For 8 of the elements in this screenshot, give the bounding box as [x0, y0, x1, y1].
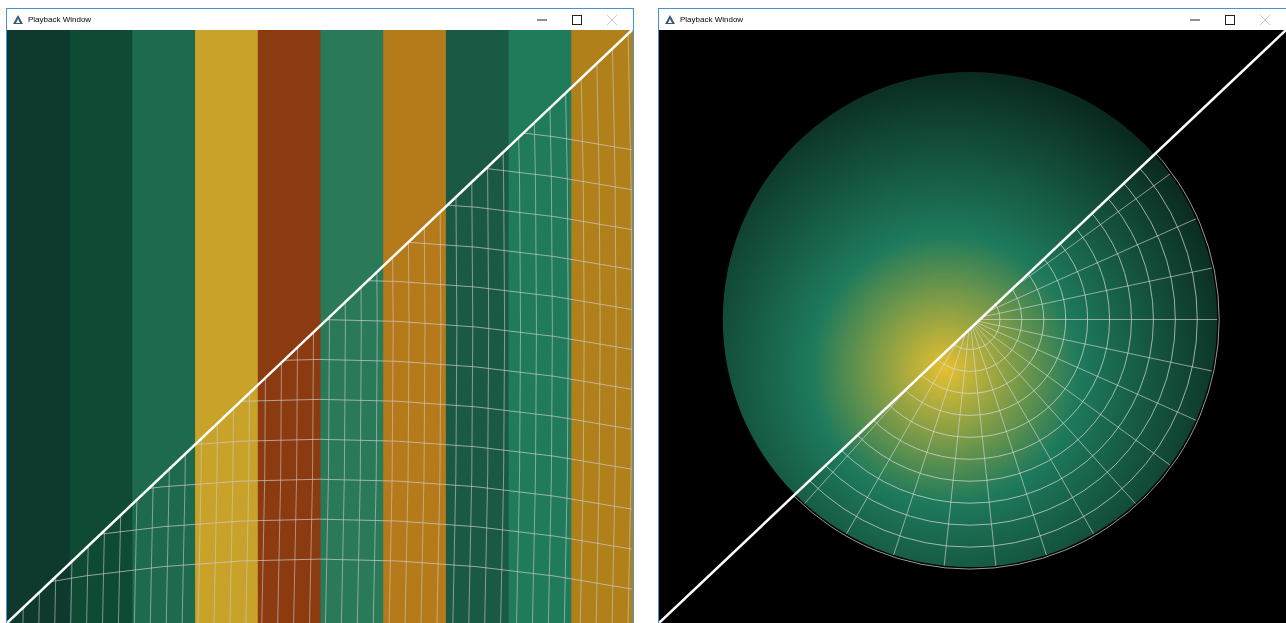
maximize-icon [1225, 14, 1235, 25]
close-icon [1260, 14, 1270, 25]
close-icon [607, 14, 617, 25]
window-title: Playback Window [680, 13, 744, 26]
app-logo-icon [13, 15, 23, 24]
app-logo-icon [665, 15, 675, 24]
maximize-icon [572, 14, 582, 25]
window-title: Playback Window [28, 13, 92, 26]
